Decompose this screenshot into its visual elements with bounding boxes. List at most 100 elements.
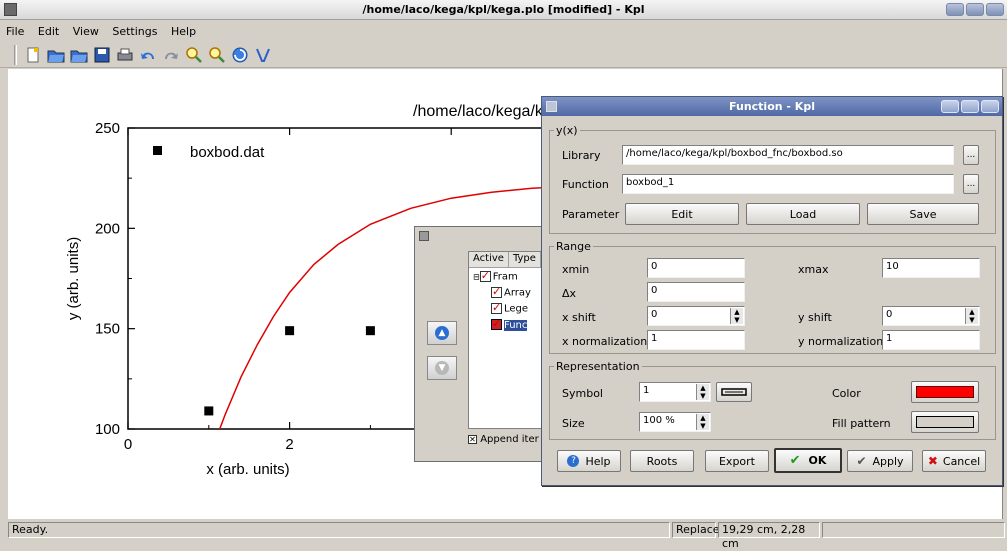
data-point (285, 326, 295, 336)
list-item-frame[interactable]: ⊟Fram (473, 269, 518, 283)
dialog-maximize-button[interactable] (961, 100, 979, 113)
library-browse-button[interactable]: ... (963, 145, 979, 165)
status-message: Ready. (8, 522, 670, 538)
symbol-label: Symbol (562, 387, 603, 400)
spin-arrows-icon[interactable]: ▲ ▼ (696, 384, 709, 400)
help-button[interactable]: ? Help (557, 450, 621, 472)
roots-button[interactable]: Roots (630, 450, 694, 472)
symbol-spinbox[interactable]: 1 ▲ ▼ (639, 382, 711, 402)
status-mode: Replace (672, 522, 720, 538)
ynorm-field[interactable]: 1 (882, 330, 980, 350)
status-coordinates: 19,29 cm, 2,28 cm (718, 522, 820, 550)
list-item-array[interactable]: Array (491, 285, 531, 299)
minimize-button[interactable] (946, 3, 964, 16)
save-icon[interactable] (92, 45, 112, 65)
color-swatch (916, 386, 974, 398)
dialog-icon (419, 231, 429, 241)
dx-field[interactable]: 0 (647, 282, 745, 302)
reload-icon[interactable] (230, 45, 250, 65)
color-label: Color (832, 387, 861, 400)
dialog-icon (546, 101, 557, 112)
fill-pattern-swatch (916, 416, 974, 428)
xmax-field[interactable]: 10 (882, 258, 980, 278)
xmin-label: xmin (562, 263, 590, 276)
function-field[interactable]: boxbod_1 (622, 174, 954, 194)
yshift-spinbox[interactable]: 0 ▲ ▼ (882, 306, 980, 326)
menu-view[interactable]: View (73, 21, 99, 43)
menu-bar: File Edit View Settings Help (0, 21, 1007, 41)
xshift-spinbox[interactable]: 0 ▲ ▼ (647, 306, 745, 326)
function-browse-button[interactable]: ... (963, 174, 979, 194)
arrow-down-icon: ▼ (435, 361, 449, 375)
spin-arrows-icon[interactable]: ▲ ▼ (965, 308, 978, 324)
legend-label: boxbod.dat (190, 144, 265, 161)
toolbar-handle[interactable] (14, 44, 17, 65)
ok-button[interactable]: ✔ OK (774, 448, 842, 473)
size-spinbox[interactable]: 100 % ▲ ▼ (639, 412, 711, 432)
menu-edit[interactable]: Edit (38, 21, 59, 43)
print-icon[interactable] (115, 45, 135, 65)
cancel-button[interactable]: ✖ Cancel (922, 450, 986, 472)
check-icon: ✔ (789, 453, 801, 468)
fill-pattern-button[interactable] (911, 411, 979, 433)
list-item-function[interactable]: Func (491, 317, 528, 331)
size-label: Size (562, 417, 585, 430)
zoom-out-icon[interactable] (207, 45, 227, 65)
open-recent-icon[interactable] (69, 45, 89, 65)
status-bar: Ready. Replace 19,29 cm, 2,28 cm (0, 520, 1007, 550)
xmin-field[interactable]: 0 (647, 258, 745, 278)
new-icon[interactable] (23, 45, 43, 65)
menu-settings[interactable]: Settings (112, 21, 157, 43)
xnorm-field[interactable]: 1 (647, 330, 745, 350)
maximize-button[interactable] (966, 3, 984, 16)
x-tick-label: 0 (124, 436, 132, 453)
function-dialog: Function - Kpl y(x) Library /home/laco/k… (541, 96, 1003, 486)
color-button[interactable] (911, 381, 979, 403)
dialog-title: Function - Kpl (729, 100, 815, 113)
edit-parameter-button[interactable]: Edit (625, 203, 739, 225)
y-axis-label: y (arb. units) (65, 237, 82, 320)
menu-file[interactable]: File (6, 21, 24, 43)
item-list-dialog: ▲ ▼ Active Type ⊟Fram Array Lege Func ✕ … (414, 226, 558, 462)
save-parameter-button[interactable]: Save (867, 203, 979, 225)
append-items-checkbox[interactable]: ✕ Append iter (468, 434, 539, 445)
checkbox-active[interactable] (491, 285, 502, 298)
dialog-help-button[interactable] (941, 100, 959, 113)
y-tick-label: 200 (95, 220, 120, 237)
checkbox-active[interactable] (491, 317, 502, 330)
dialog-close-button[interactable] (981, 100, 999, 113)
close-button[interactable] (986, 3, 1004, 16)
export-button[interactable]: Export (705, 450, 769, 472)
redo-icon[interactable] (161, 45, 181, 65)
list-item-legend[interactable]: Lege (491, 301, 528, 315)
legend-marker (153, 146, 162, 155)
checkbox-active[interactable] (479, 269, 491, 282)
fill-pattern-label: Fill pattern (832, 417, 891, 430)
cancel-x-icon: ✖ (927, 454, 938, 468)
data-point (204, 406, 214, 416)
x-tick-label: 2 (285, 436, 293, 453)
data-point (365, 326, 375, 336)
move-up-button[interactable]: ▲ (427, 321, 457, 345)
library-field[interactable]: /home/laco/kega/kpl/boxbod_fnc/boxbod.so (622, 145, 954, 165)
zoom-in-icon[interactable] (184, 45, 204, 65)
title-bar: /home/laco/kega/kpl/kega.plo [modified] … (0, 0, 1007, 20)
apply-button[interactable]: ✔ Apply (847, 450, 913, 472)
library-label: Library (562, 149, 601, 162)
column-active[interactable]: Active (469, 252, 509, 267)
y-tick-label: 250 (95, 120, 120, 137)
symbol-style-button[interactable] (716, 382, 752, 402)
menu-help[interactable]: Help (171, 21, 196, 43)
spin-arrows-icon[interactable]: ▲ ▼ (730, 308, 743, 324)
open-icon[interactable] (46, 45, 66, 65)
load-parameter-button[interactable]: Load (746, 203, 860, 225)
parameter-label: Parameter (562, 208, 620, 221)
undo-icon[interactable] (138, 45, 158, 65)
hint-icon[interactable] (253, 45, 273, 65)
arrow-up-icon: ▲ (435, 326, 449, 340)
move-down-button[interactable]: ▼ (427, 356, 457, 380)
checkbox-active[interactable] (491, 301, 502, 314)
column-type[interactable]: Type (509, 252, 541, 267)
function-label: Function (562, 178, 609, 191)
spin-arrows-icon[interactable]: ▲ ▼ (696, 414, 709, 430)
